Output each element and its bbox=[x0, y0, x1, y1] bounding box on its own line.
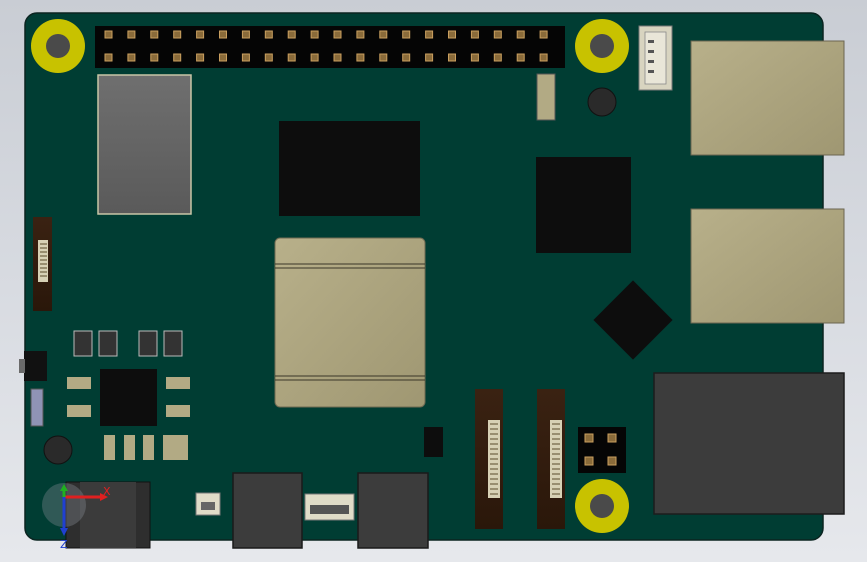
round-component bbox=[587, 87, 617, 117]
gpio-pin bbox=[173, 30, 182, 39]
gpio-pin bbox=[333, 53, 342, 62]
gpio-pin bbox=[219, 30, 227, 39]
gpio-pin bbox=[333, 30, 342, 39]
gpio-pin bbox=[470, 53, 479, 62]
gpio-pin bbox=[493, 53, 502, 62]
mounting-hole-top-right bbox=[575, 19, 629, 73]
gpio-pin bbox=[310, 53, 319, 62]
gpio-pin bbox=[493, 30, 502, 39]
side-button bbox=[30, 388, 44, 427]
display-connector-left bbox=[33, 217, 52, 311]
fan-connector bbox=[638, 25, 673, 91]
small-jst-connector bbox=[195, 492, 221, 516]
gpio-pin bbox=[539, 30, 548, 39]
viewport-background: X Z bbox=[0, 0, 867, 562]
gpio-pin bbox=[470, 30, 479, 39]
ethernet-port bbox=[653, 372, 845, 515]
ram-chip bbox=[279, 121, 420, 216]
gpio-pin bbox=[196, 30, 205, 39]
camera-connector-2 bbox=[537, 389, 565, 529]
gpio-pin bbox=[104, 30, 113, 39]
small-chip bbox=[424, 427, 443, 457]
gpio-pin bbox=[425, 53, 434, 62]
gpio-pin bbox=[516, 30, 525, 39]
small-connector bbox=[536, 73, 556, 121]
gpio-pin bbox=[127, 30, 136, 39]
gpio-pin bbox=[264, 30, 273, 39]
gpio-pin bbox=[448, 53, 456, 62]
gpio-pin bbox=[287, 53, 296, 62]
bottom-port-1 bbox=[232, 472, 303, 549]
flash-module bbox=[97, 74, 192, 215]
gpio-pin bbox=[241, 30, 250, 39]
gpio-pin bbox=[150, 53, 159, 62]
gpio-pin bbox=[379, 53, 388, 62]
gpio-pin bbox=[310, 30, 319, 39]
usb-port-lower bbox=[690, 208, 845, 324]
gpio-pin bbox=[402, 30, 411, 39]
bottom-port-2 bbox=[357, 472, 429, 549]
audio-jack bbox=[19, 351, 47, 381]
mounting-hole-bottom-right bbox=[575, 479, 629, 533]
ethernet-controller-chip bbox=[536, 157, 631, 253]
gpio-pin bbox=[379, 30, 388, 39]
gpio-pin bbox=[173, 53, 182, 62]
gpio-pin bbox=[425, 30, 434, 39]
gpio-pin bbox=[196, 53, 205, 62]
gpio-pin bbox=[264, 53, 273, 62]
usb-port-upper bbox=[690, 40, 845, 156]
buzzer bbox=[43, 435, 73, 465]
gpio-pin bbox=[241, 53, 250, 62]
gpio-pin bbox=[402, 53, 411, 62]
gpio-pin bbox=[448, 30, 456, 39]
gpio-pin bbox=[356, 30, 365, 39]
gpio-pin bbox=[287, 30, 296, 39]
gpio-pin bbox=[104, 53, 113, 62]
mounting-hole-top-left bbox=[31, 19, 85, 73]
gpio-pin bbox=[150, 30, 159, 39]
poe-header bbox=[578, 427, 626, 473]
soc-heat-shield bbox=[274, 237, 426, 408]
gpio-pin bbox=[219, 53, 227, 62]
triad-x-label: X bbox=[103, 485, 111, 498]
gpio-pin bbox=[516, 53, 525, 62]
camera-connector-1 bbox=[475, 389, 503, 529]
bottom-jst-connector bbox=[304, 493, 355, 521]
gpio-pin bbox=[356, 53, 365, 62]
triad-z-label: Z bbox=[60, 538, 68, 551]
gpio-pin bbox=[127, 53, 136, 62]
gpio-pin bbox=[539, 53, 548, 62]
board-drawing: X Z bbox=[19, 12, 845, 551]
